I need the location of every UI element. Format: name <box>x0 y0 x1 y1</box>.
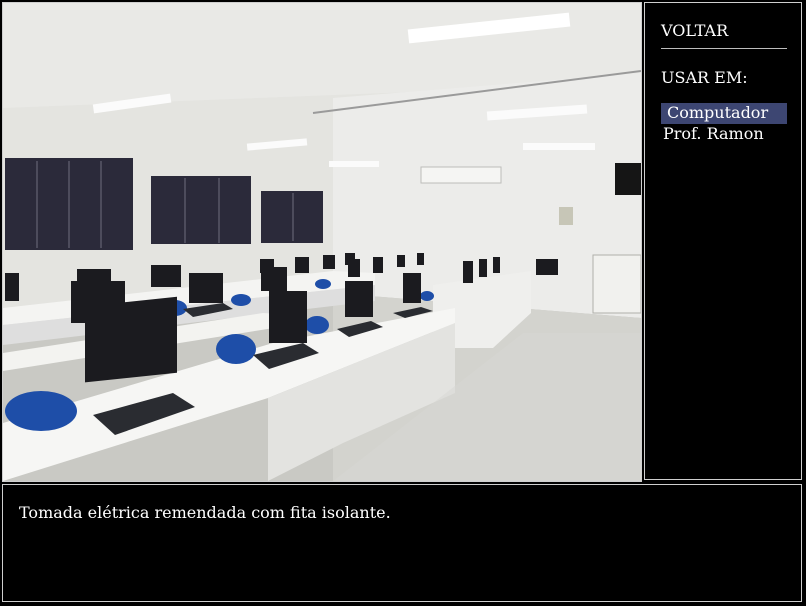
menu-divider <box>661 48 787 49</box>
dialog-box[interactable]: Tomada elétrica remendada com fita isola… <box>2 484 802 602</box>
back-button[interactable]: VOLTAR <box>661 21 728 40</box>
dialog-text: Tomada elétrica remendada com fita isola… <box>19 503 391 522</box>
use-on-options: Computador Prof. Ramon <box>661 103 787 145</box>
option-prof-ramon[interactable]: Prof. Ramon <box>661 124 787 145</box>
option-computador[interactable]: Computador <box>661 103 787 124</box>
use-on-heading: USAR EM: <box>661 68 748 87</box>
action-menu: VOLTAR USAR EM: Computador Prof. Ramon <box>644 2 802 480</box>
scene-view[interactable] <box>2 2 642 482</box>
computer-lab-scene <box>3 3 641 481</box>
game-screen: VOLTAR USAR EM: Computador Prof. Ramon T… <box>0 0 806 606</box>
